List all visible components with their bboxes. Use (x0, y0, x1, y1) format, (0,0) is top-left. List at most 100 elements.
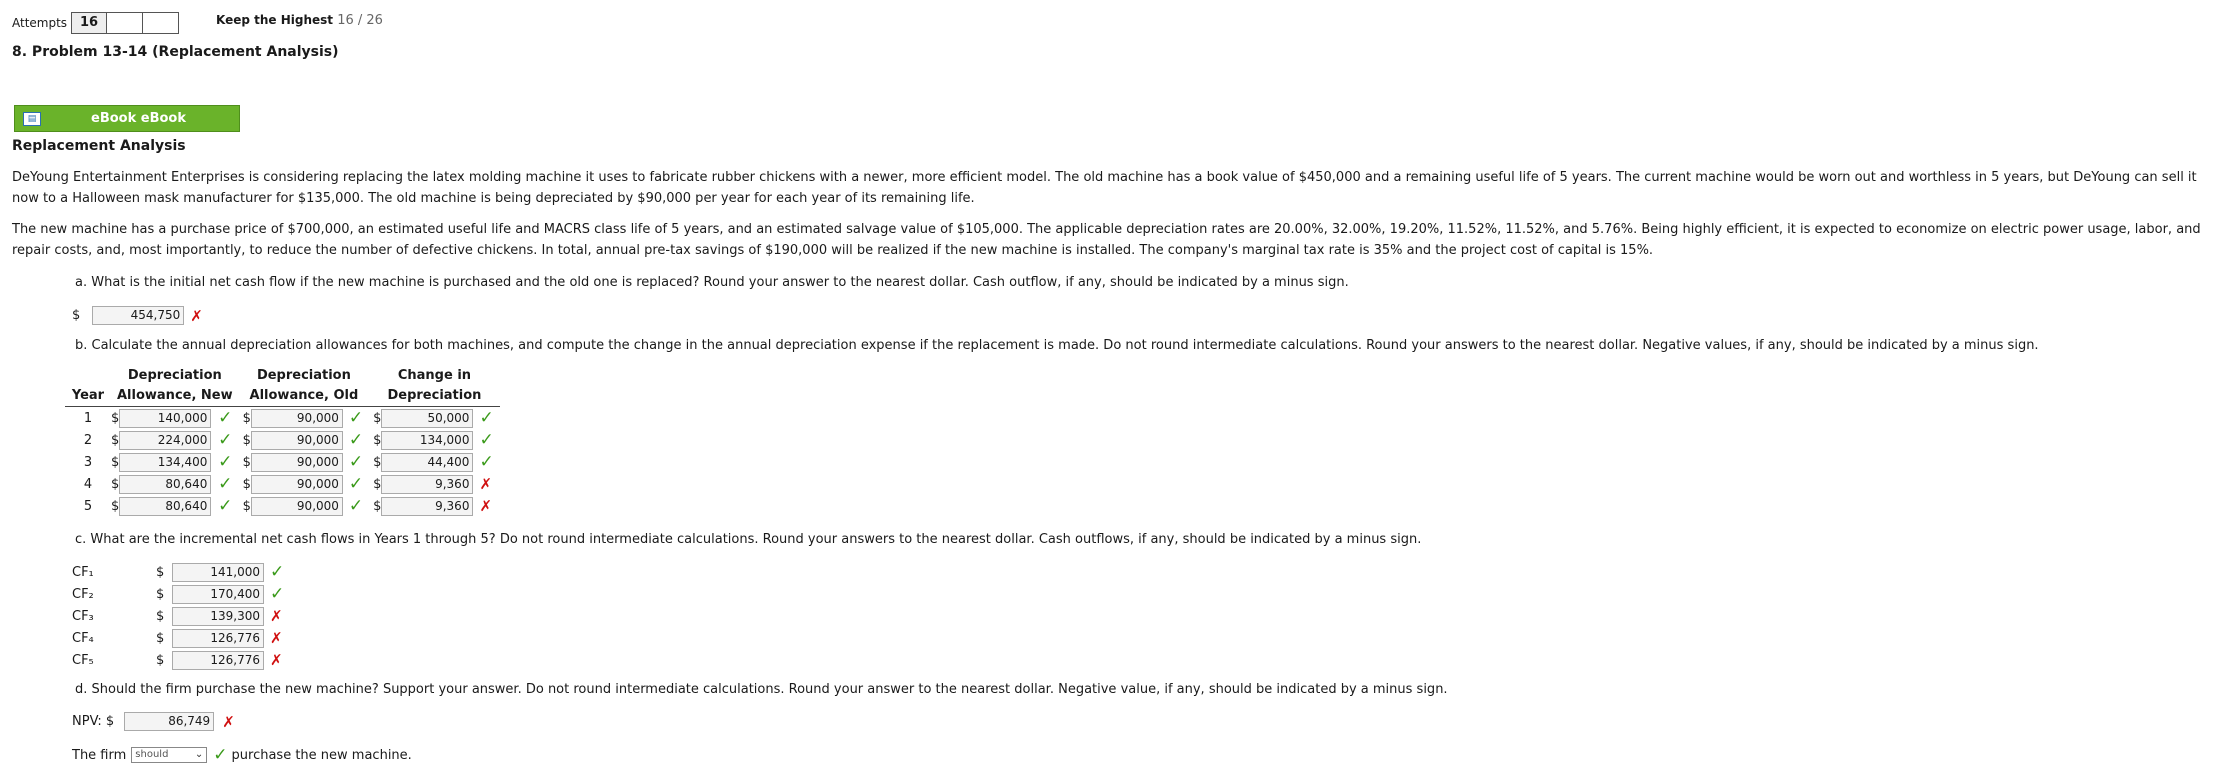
keep-highest: Keep the Highest 16 / 26 (216, 13, 383, 28)
change-depreciation-input[interactable]: 9,360 (381, 496, 474, 516)
firm-suffix: purchase the new machine. (231, 747, 412, 763)
year-cell: 4 (83, 476, 93, 492)
cash-flow-label: CF₂ (72, 586, 94, 602)
col-header: Depreciation (127, 368, 222, 383)
change-depreciation-input[interactable]: 44,400 (381, 452, 474, 472)
initial-cash-flow-input[interactable]: 454,750 (92, 306, 185, 325)
correct-icon: ✓ (479, 430, 494, 450)
currency-label: $ (156, 652, 165, 668)
currency-label: $ (242, 498, 251, 514)
correct-icon: ✓ (348, 496, 364, 516)
change-depreciation-input[interactable]: 134,000 (381, 430, 474, 450)
currency-label: $ (242, 410, 251, 426)
year-cell: 5 (83, 498, 93, 514)
problem-title: 8. Problem 13-14 (Replacement Analysis) (12, 44, 339, 60)
incorrect-icon: ✗ (270, 629, 283, 647)
answer-a-row: $ 454,750 ✗ (72, 306, 203, 325)
incorrect-icon: ✗ (270, 651, 283, 669)
question-b: b. Calculate the annual depreciation all… (75, 338, 2039, 353)
cash-flow-list: CF₁ $141,000 ✓ CF₂ $170,400 ✓ CF₃ $139,300 ✗ CF₄ $… (72, 561, 284, 671)
change-depreciation-input[interactable]: 9,360 (381, 474, 474, 494)
incorrect-icon: ✗ (190, 306, 203, 325)
new-allowance-input[interactable]: 80,640 (119, 496, 212, 516)
cash-flow-input[interactable]: 170,400 (172, 584, 264, 604)
new-allowance-input[interactable]: 224,000 (119, 430, 212, 450)
cash-flow-label: CF₄ (72, 630, 94, 646)
old-allowance-input[interactable]: 90,000 (250, 496, 343, 516)
currency-label: $ (242, 454, 251, 470)
new-allowance-input[interactable]: 140,000 (119, 408, 212, 428)
npv-row: NPV: $ 86,749 ✗ (72, 712, 235, 731)
table-row: 1 $140,000 ✓ $90,000 ✓ $50,000 ✓ (65, 407, 500, 430)
attempts-box (107, 12, 144, 34)
cash-flow-row: CF₃ $139,300 ✗ (72, 605, 284, 627)
currency-label: $ (373, 498, 382, 514)
paragraph-1: DeYoung Entertainment Enterprises is con… (12, 170, 2197, 206)
depreciation-table: Depreciation Depreciation Change in Year… (65, 366, 500, 517)
correct-icon: ✓ (218, 474, 233, 494)
col-header: Year (65, 386, 111, 407)
table-row: 2 $224,000 ✓ $90,000 ✓ $134,000 ✓ (65, 429, 500, 451)
attempts-area: Attempts 16 (12, 12, 180, 34)
col-header: Change in (397, 368, 472, 383)
currency-label: $ (242, 476, 251, 492)
year-cell: 1 (83, 410, 93, 426)
correct-icon: ✓ (213, 745, 228, 765)
depreciation-table-wrap: Depreciation Depreciation Change in Year… (65, 366, 500, 517)
currency-label: $ (111, 498, 120, 514)
currency-label: $ (111, 476, 120, 492)
question-c: c. What are the incremental net cash flo… (75, 532, 1422, 547)
correct-icon: ✓ (348, 408, 364, 428)
new-allowance-input[interactable]: 134,400 (119, 452, 212, 472)
currency-label: $ (72, 308, 81, 323)
col-header (65, 366, 111, 386)
npv-input[interactable]: 86,749 (124, 712, 215, 731)
incorrect-icon: ✗ (270, 607, 283, 625)
col-header: Depreciation (369, 386, 500, 407)
old-allowance-input[interactable]: 90,000 (250, 474, 343, 494)
cash-flow-input[interactable]: 126,776 (172, 650, 264, 670)
question-d: d. Should the firm purchase the new mach… (75, 682, 1448, 697)
cash-flow-input[interactable]: 141,000 (172, 562, 264, 582)
cash-flow-label: CF₅ (72, 652, 94, 668)
old-allowance-input[interactable]: 90,000 (250, 452, 343, 472)
firm-decision-row: The firm should ⌄ ✓ purchase the new mac… (72, 745, 412, 765)
section-title: Replacement Analysis (12, 138, 186, 154)
correct-icon: ✓ (218, 430, 233, 450)
col-header: Allowance, New (111, 386, 239, 407)
currency-label: $ (373, 454, 382, 470)
currency-label: $ (373, 432, 382, 448)
book-icon: ▤ (23, 111, 41, 126)
correct-icon: ✓ (348, 430, 364, 450)
year-cell: 3 (83, 454, 93, 470)
table-row: 3 $134,400 ✓ $90,000 ✓ $44,400 ✓ (65, 451, 500, 473)
new-allowance-input[interactable]: 80,640 (119, 474, 212, 494)
currency-label: $ (156, 586, 165, 602)
old-allowance-input[interactable]: 90,000 (250, 430, 343, 450)
attempts-box (143, 12, 180, 34)
cash-flow-input[interactable]: 139,300 (172, 606, 264, 626)
attempts-count: 16 (71, 12, 108, 34)
incorrect-icon: ✗ (222, 712, 235, 731)
paragraph-2: The new machine has a purchase price of … (12, 222, 2201, 258)
change-depreciation-input[interactable]: 50,000 (381, 408, 474, 428)
cash-flow-label: CF₁ (72, 564, 94, 580)
currency-label: $ (156, 608, 165, 624)
cash-flow-row: CF₅ $126,776 ✗ (72, 649, 284, 671)
firm-decision-select[interactable]: should ⌄ (131, 747, 208, 763)
old-allowance-input[interactable]: 90,000 (250, 408, 343, 428)
keep-label: Keep the Highest (216, 13, 334, 27)
question-a: a. What is the initial net cash flow if … (75, 275, 1349, 290)
incorrect-icon: ✗ (479, 497, 493, 515)
ebook-button[interactable]: ▤ eBook eBook (14, 105, 240, 132)
currency-label: $ (111, 454, 120, 470)
currency-label: $ (242, 432, 251, 448)
score: 16 / 26 (337, 13, 383, 28)
cash-flow-label: CF₃ (72, 608, 94, 624)
cash-flow-row: CF₄ $126,776 ✗ (72, 627, 284, 649)
select-value: should (135, 749, 169, 760)
cash-flow-input[interactable]: 126,776 (172, 628, 264, 648)
currency-label: $ (156, 564, 165, 580)
correct-icon: ✓ (348, 452, 364, 472)
correct-icon: ✓ (270, 584, 285, 604)
